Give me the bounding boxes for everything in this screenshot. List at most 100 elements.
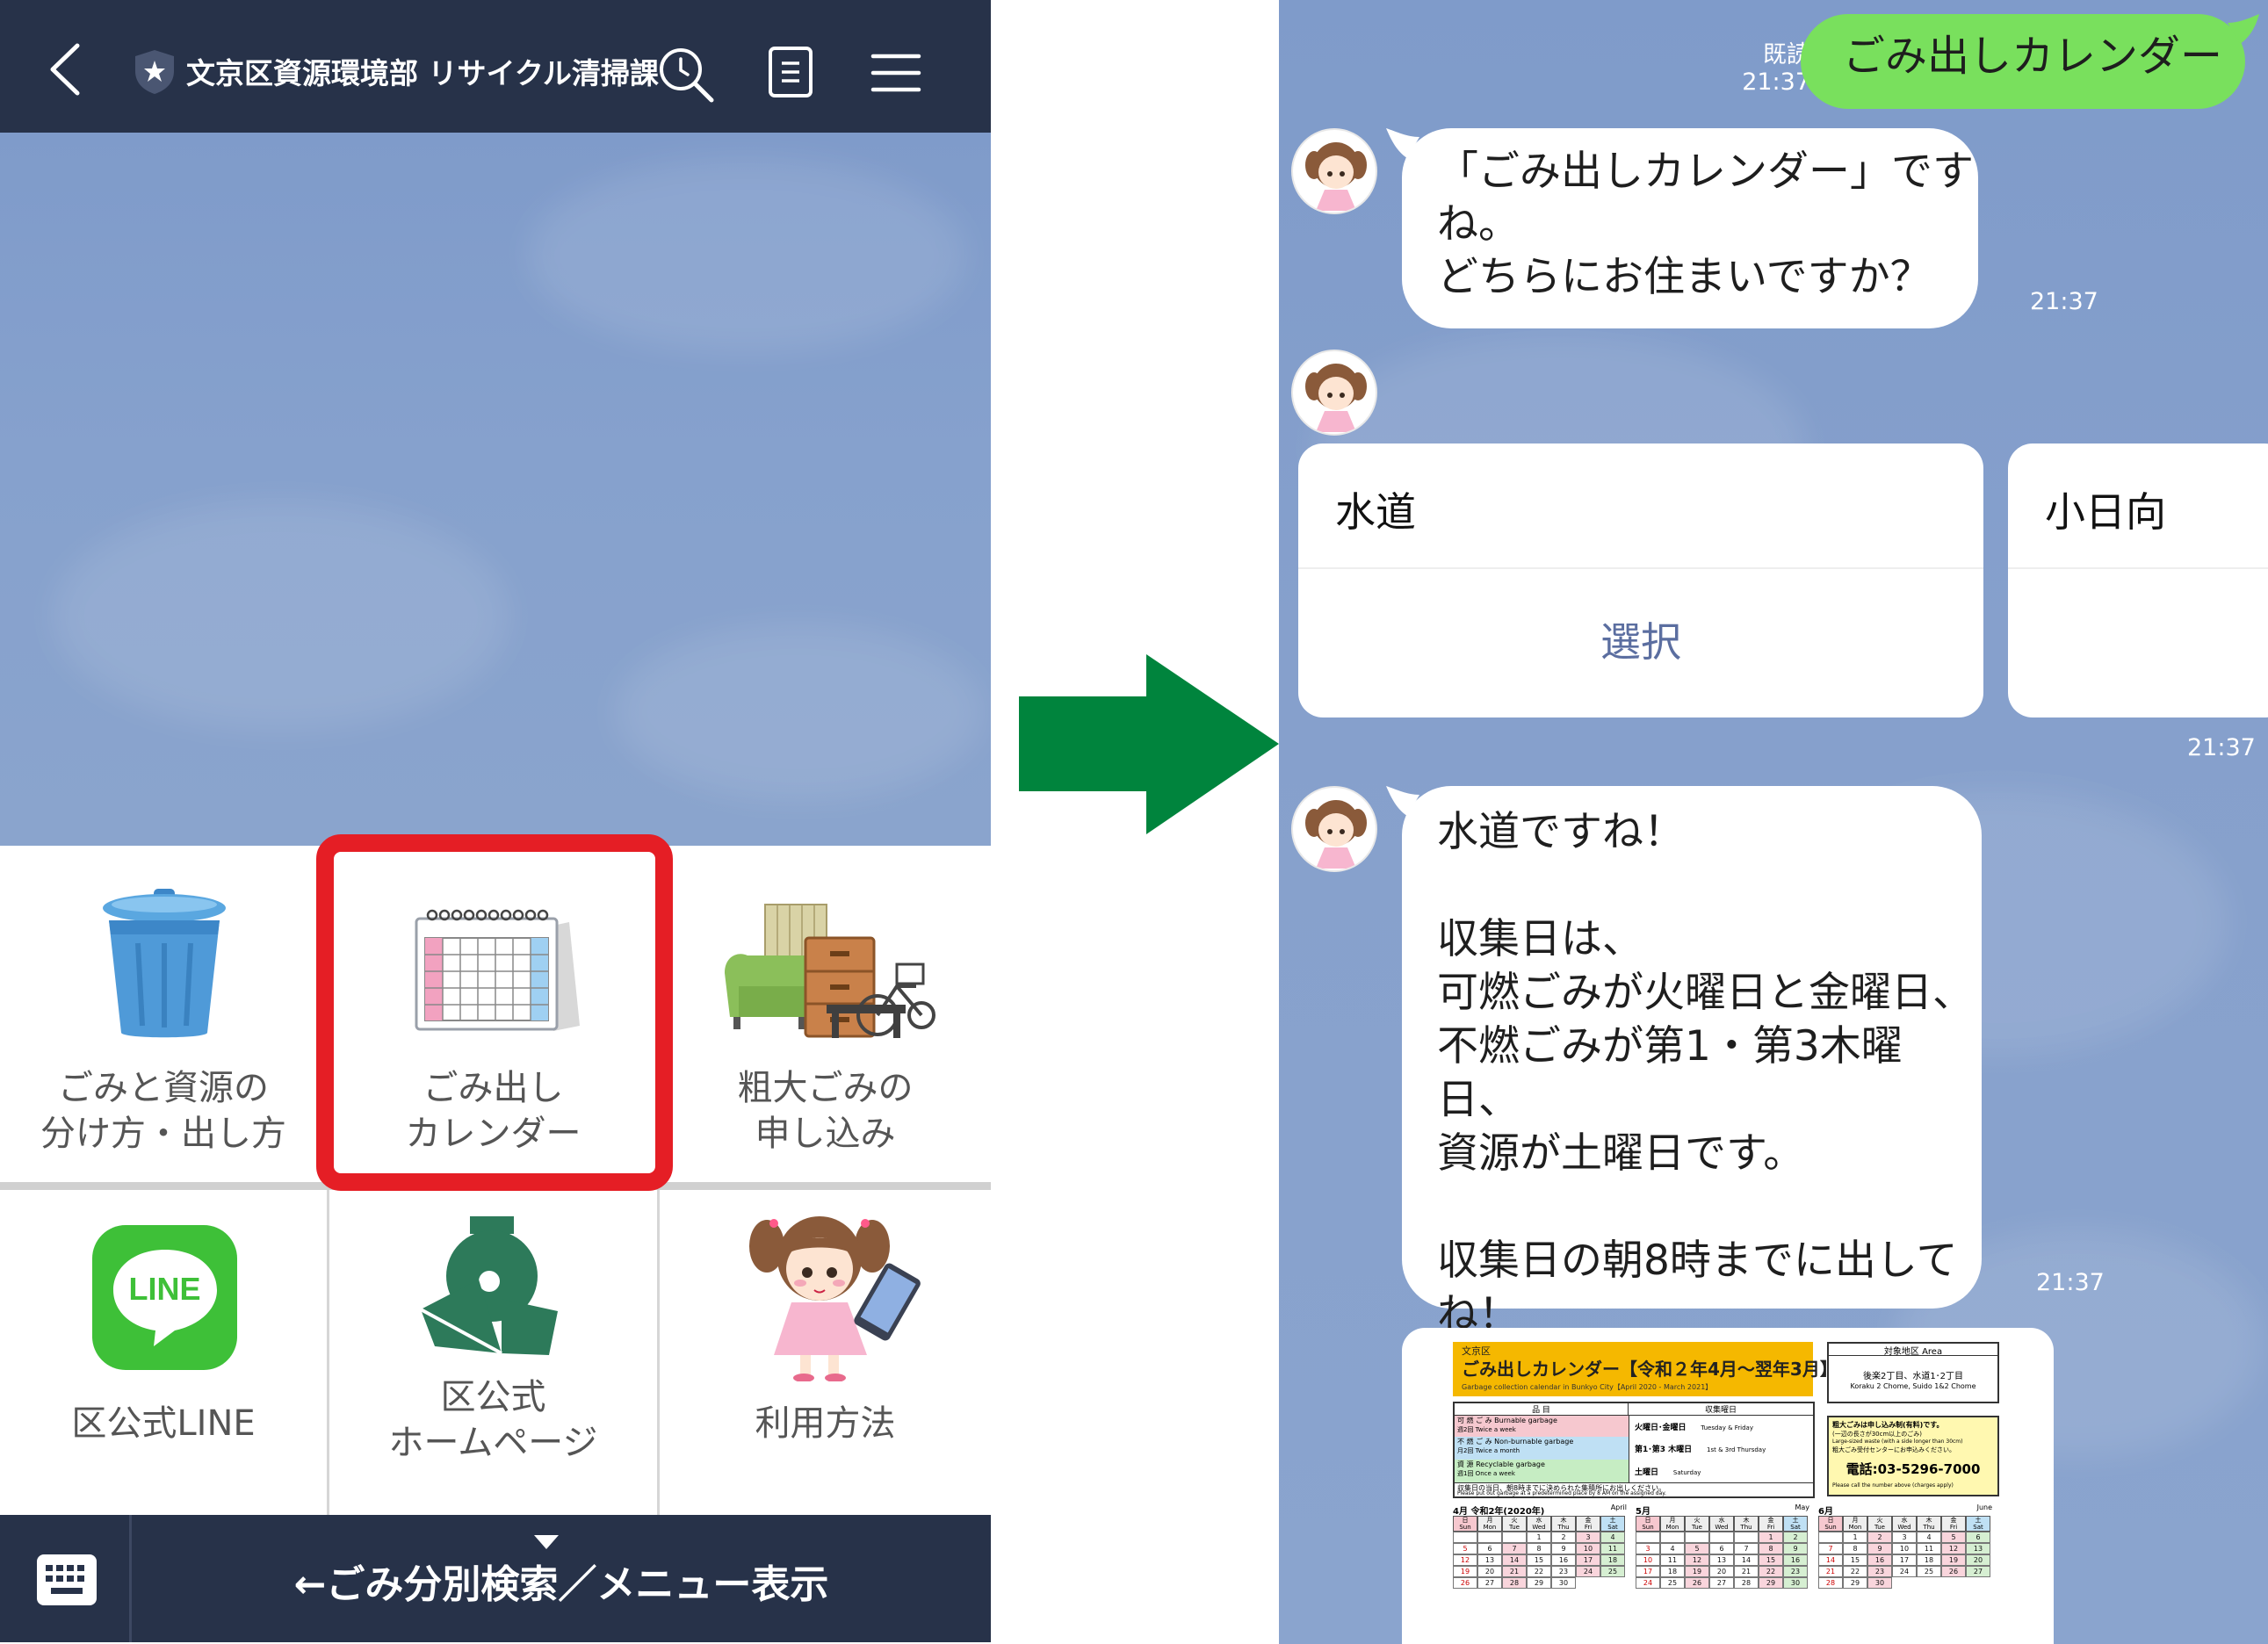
bot-message-bubble: 「ごみ出しカレンダー」です ね。 どちらにお住まいですか？	[1402, 128, 1978, 328]
keyboard-icon[interactable]	[37, 1554, 97, 1605]
carousel-card: 小日向	[2008, 443, 2268, 717]
calendar-day-cell: 3	[1636, 1543, 1660, 1554]
message-text: ごみ出しカレンダー	[1843, 32, 2223, 81]
calendar-day-cell: 26	[1941, 1566, 1966, 1577]
calendar-day-cell: 10	[1636, 1554, 1660, 1566]
row-item: 可 燃 ご み Burnable garbage	[1457, 1417, 1557, 1424]
weekday-header: 木 Thu	[1917, 1516, 1941, 1532]
calendar-day-cell: 21	[1502, 1566, 1527, 1577]
mascot-girl-icon	[749, 1216, 921, 1381]
menu-item-sorting[interactable]: ごみと資源の 分け方・出し方	[0, 846, 327, 1182]
menu-toggle-label[interactable]: ←ごみ分別検索／メニュー表示	[132, 1554, 991, 1616]
month-label: 6月	[1818, 1507, 1833, 1517]
weekday-header: 月 Mon	[1843, 1516, 1867, 1532]
weekday-header: 火 Tue	[1502, 1516, 1527, 1532]
calendar-day-cell: 13	[1966, 1543, 1990, 1554]
row-freq: 月2回 Twice a month	[1457, 1447, 1520, 1454]
calendar-day-cell: 22	[1759, 1566, 1783, 1577]
menu-item-how-to-use[interactable]: 利用方法	[660, 1190, 991, 1515]
message-line: 水道ですね！	[1437, 808, 1685, 856]
weekday-header: 土 Sat	[1966, 1516, 1990, 1532]
bot-avatar[interactable]	[1291, 128, 1377, 214]
calendar-day-cell: 28	[1734, 1577, 1759, 1589]
read-receipt: 既読	[1763, 41, 1810, 68]
weekday-header: 金 Fri	[1759, 1516, 1783, 1532]
bot-avatar[interactable]	[1291, 786, 1377, 872]
row-day-en: Saturday	[1672, 1469, 1701, 1476]
bot-avatar[interactable]	[1291, 350, 1377, 436]
calendar-day-cell: 22	[1527, 1566, 1551, 1577]
calendar-day-cell: 6	[1709, 1543, 1734, 1554]
month-label: 5月	[1636, 1507, 1650, 1517]
calendar-day-cell: 19	[1453, 1566, 1477, 1577]
menu-item-homepage[interactable]: 区公式 ホームページ	[329, 1190, 657, 1515]
calendar-day-cell: 18	[1917, 1554, 1941, 1566]
bunkyo-emblem-icon	[420, 1216, 558, 1355]
bulky-title: 粗大ごみは申し込み制(有料)です。	[1832, 1421, 1944, 1429]
search-icon[interactable]	[657, 46, 715, 104]
calendar-day-cell: 24	[1892, 1566, 1917, 1577]
calendar-day-cell: 25	[1600, 1566, 1625, 1577]
message-line: ね。	[1437, 200, 1520, 249]
calendar-day-cell: 13	[1477, 1554, 1502, 1566]
menu-item-official-line[interactable]: LINE 区公式LINE	[0, 1190, 327, 1515]
message-line	[1437, 1180, 1982, 1234]
row-day-jp: 第1･第3 木曜日	[1635, 1446, 1693, 1454]
area-label: 対象地区 Area	[1829, 1344, 1997, 1357]
calendar-day-cell: 30	[1867, 1577, 1892, 1589]
menu-label-line1: 区公式LINE	[71, 1403, 256, 1444]
calendar-day-cell: 6	[1966, 1532, 1990, 1543]
calendar-day-cell: 8	[1843, 1543, 1867, 1554]
calendar-day-cell: 12	[1941, 1543, 1966, 1554]
calendar-day-cell: 29	[1759, 1577, 1783, 1589]
calendar-day-cell: 10	[1892, 1543, 1917, 1554]
timestamp: 21:37	[2187, 734, 2256, 761]
row-day: 第1･第3 木曜日 1st & 3rd Thursday	[1629, 1437, 1813, 1460]
message-line: どちらにお住まいですか？	[1437, 253, 1932, 301]
weekday-header: 日 Sun	[1818, 1516, 1843, 1532]
menu-label-line1: 区公式	[440, 1377, 546, 1417]
calendar-day-cell: 27	[1709, 1577, 1734, 1589]
weekday-header: 火 Tue	[1867, 1516, 1892, 1532]
row-freq: 週1回 Once a week	[1457, 1470, 1515, 1477]
bulky-center: 粗大ごみ受付センターにお申込みください。	[1832, 1446, 1955, 1453]
calendar-day-cell: 14	[1502, 1554, 1527, 1566]
calendar-day-cell: 17	[1892, 1554, 1917, 1566]
calendar-day-cell	[1453, 1532, 1477, 1543]
month-label-en: May	[1795, 1503, 1809, 1511]
row-day: 土曜日 Saturday	[1629, 1460, 1813, 1482]
month-label-en: June	[1976, 1503, 1992, 1511]
calendar-day-cell	[1818, 1532, 1843, 1543]
trash-can-icon	[103, 889, 226, 1038]
timestamp: 21:37	[2036, 1269, 2105, 1296]
calendar-day-cell: 4	[1600, 1532, 1625, 1543]
calendar-day-cell: 20	[1966, 1554, 1990, 1566]
calendar-day-cell: 28	[1818, 1577, 1843, 1589]
bulky-phone: 電話:03-5296-7000	[1845, 1461, 1981, 1477]
month-label: 4月 令和2年(2020年)	[1453, 1507, 1545, 1517]
calendar-day-cell: 29	[1843, 1577, 1867, 1589]
weekday-header: 土 Sat	[1600, 1516, 1625, 1532]
weekday-header: 日 Sun	[1453, 1516, 1477, 1532]
select-button[interactable]: 選択	[1298, 610, 1983, 668]
message-line: 収集日の朝8時までに出して	[1437, 1237, 1958, 1285]
calendar-day-cell	[1477, 1532, 1502, 1543]
calendar-day-cell: 4	[1660, 1543, 1685, 1554]
message-line: 不燃ごみが第1・第3木曜日、	[1437, 1022, 1903, 1124]
area-en: Koraku 2 Chome, Suido 1&2 Chome	[1850, 1382, 1976, 1390]
weekday-header: 金 Fri	[1576, 1516, 1600, 1532]
hamburger-menu-icon[interactable]	[870, 51, 922, 95]
calendar-image-message[interactable]: 文京区 ごみ出しカレンダー【令和２年4月〜翌年3月】 Garbage colle…	[1402, 1328, 2054, 1644]
calendar-day-cell: 18	[1660, 1566, 1685, 1577]
calendar-day-cell: 27	[1966, 1566, 1990, 1577]
notes-icon[interactable]	[767, 46, 814, 98]
calendar-day-cell: 28	[1502, 1577, 1527, 1589]
chevron-left-icon[interactable]	[46, 42, 84, 97]
calendar-day-cell: 9	[1783, 1543, 1808, 1554]
calendar-day-cell: 30	[1551, 1577, 1576, 1589]
calendar-day-cell: 23	[1867, 1566, 1892, 1577]
menu-item-bulky-waste[interactable]: 粗大ごみの 申し込み	[660, 846, 991, 1182]
calendar-day-cell: 20	[1709, 1566, 1734, 1577]
calendar-day-cell: 9	[1867, 1543, 1892, 1554]
calendar-day-cell: 27	[1477, 1577, 1502, 1589]
